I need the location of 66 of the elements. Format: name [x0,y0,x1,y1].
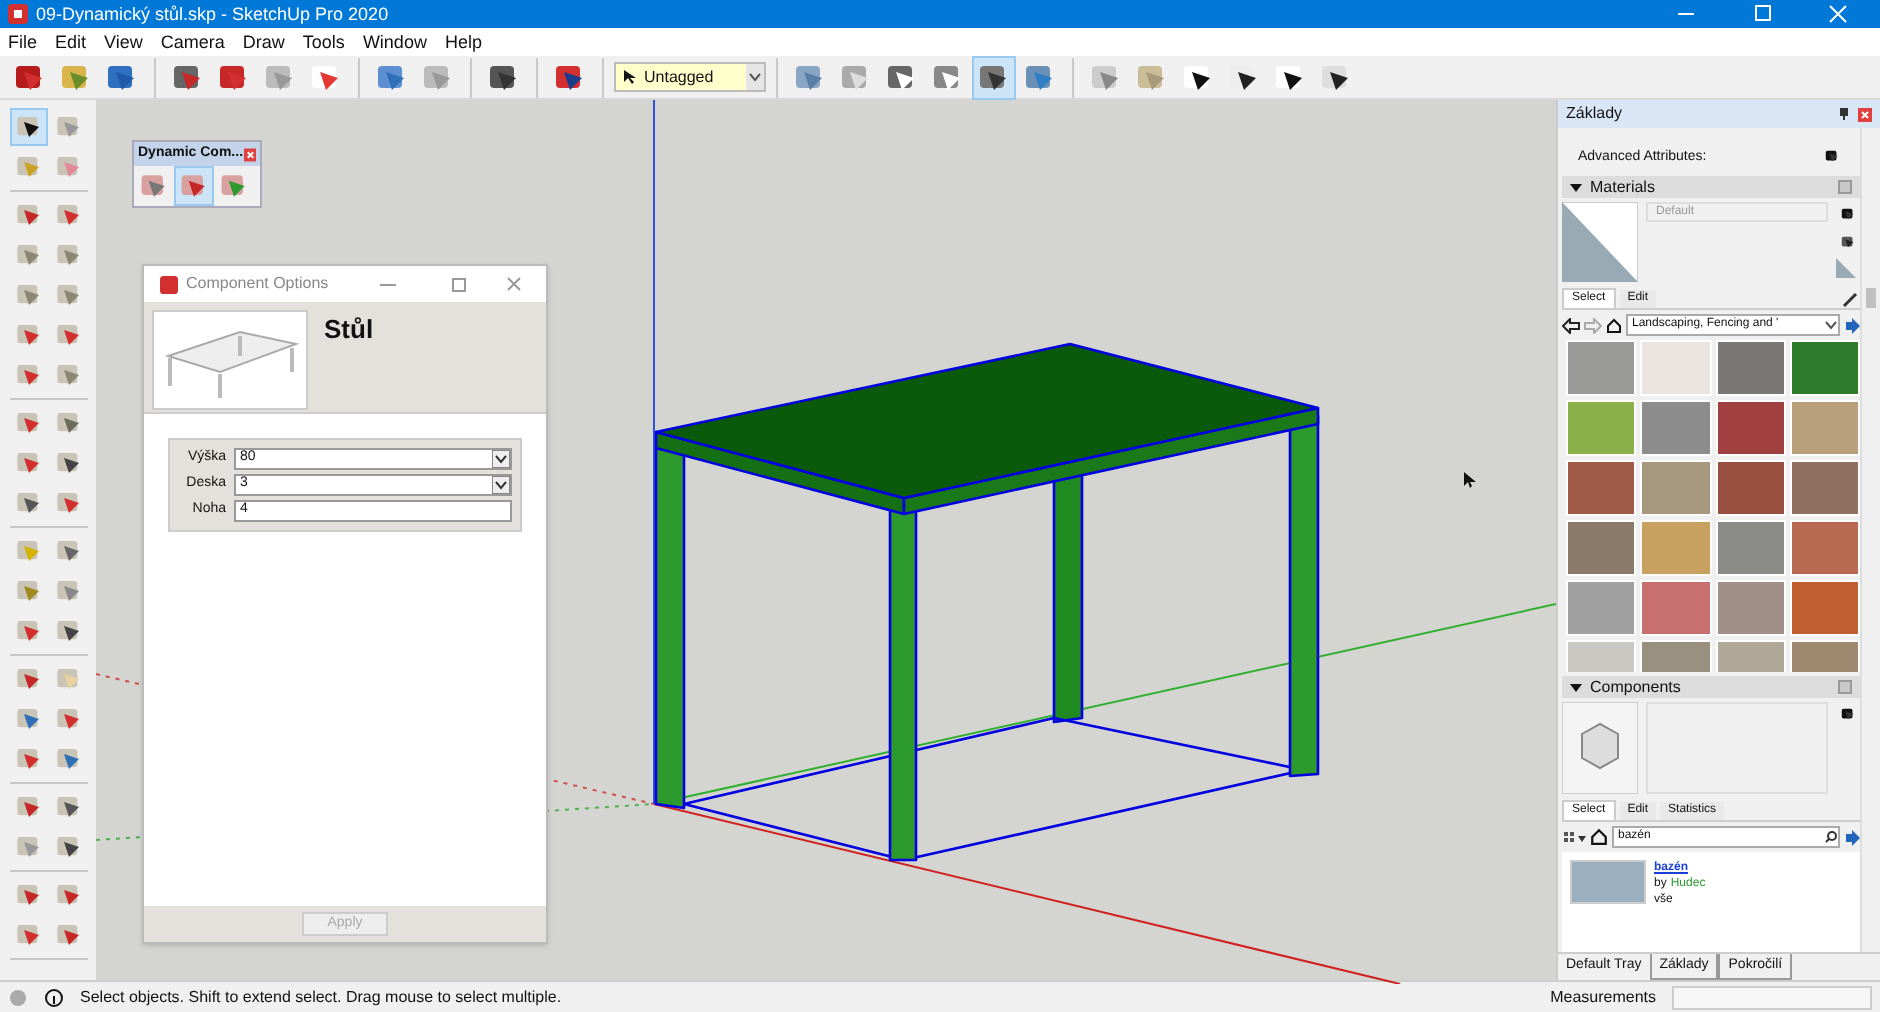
menu-item[interactable]: View [104,33,143,51]
close-icon[interactable] [506,276,522,292]
pin-icon[interactable] [1838,108,1850,120]
window-title: 09-Dynamický stůl.skp - SketchUp Pro 2020 [36,5,389,23]
material-swatch[interactable] [1715,400,1786,456]
menu-item[interactable]: Help [444,33,482,51]
details-arrow-icon[interactable] [1844,829,1860,845]
scrollbar[interactable] [1860,128,1880,952]
material-swatch[interactable] [1640,520,1711,576]
measurements-field[interactable] [1672,985,1872,1009]
material-swatch[interactable] [1789,400,1860,456]
pointer-icon [624,70,636,84]
menu-item[interactable]: Camera [160,33,225,51]
tag-dropdown[interactable]: Untagged [614,62,766,92]
material-swatch[interactable] [1789,460,1860,516]
material-preview [1562,202,1638,282]
section-header[interactable]: Components [1562,676,1860,698]
material-swatch[interactable] [1715,460,1786,516]
caret-icon [492,476,510,494]
material-swatch[interactable] [1566,340,1637,396]
caret-icon [1824,318,1838,332]
material-swatch[interactable] [1715,580,1786,636]
material-swatch[interactable] [1566,400,1637,456]
details-arrow-icon[interactable] [1844,317,1860,333]
component-cube-preview [1562,702,1638,794]
photo-placeholder [1570,860,1646,904]
component-name: Stůl [324,312,374,348]
collapse-triangle-icon [1570,681,1582,693]
material-swatch[interactable] [1789,340,1860,396]
measurements-label: Measurements [1550,985,1656,1009]
material-swatch[interactable] [1789,520,1860,576]
maximize-icon[interactable] [452,277,466,291]
home-icon[interactable] [1590,828,1608,846]
cursor-icon [1464,472,1476,488]
material-swatch[interactable] [1566,460,1637,516]
material-swatch[interactable] [1640,580,1711,636]
menu-item[interactable]: Window [362,33,427,51]
tray-title: Základy [1566,102,1625,126]
menu-item[interactable]: Tools [302,33,345,51]
material-swatch[interactable] [1566,580,1637,636]
back-arrow-icon[interactable] [1562,317,1580,333]
app-logo-icon [160,275,178,293]
menu-item[interactable]: File [8,33,38,51]
view-options-icon[interactable] [1562,829,1586,845]
material-swatch[interactable] [1715,340,1786,396]
material-swatch[interactable] [1640,400,1711,456]
dialog-title: Component Options [186,272,331,296]
eyedropper-icon[interactable] [1842,290,1860,308]
material-swatch[interactable] [1715,520,1786,576]
menu-item[interactable]: Draw [242,33,285,51]
material-swatch[interactable] [1640,340,1711,396]
material-swatch[interactable] [1789,580,1860,636]
search-icon[interactable] [1824,830,1838,844]
minimize-icon[interactable] [380,283,396,285]
menu-item[interactable]: Edit [55,33,87,51]
info-icon[interactable] [44,987,64,1007]
caret-icon [746,64,764,90]
material-swatch[interactable] [1566,520,1637,576]
app-logo-icon [8,4,28,24]
home-icon[interactable] [1606,317,1622,333]
section-header[interactable]: Materials [1562,176,1860,198]
material-swatch-icon[interactable] [1836,258,1856,278]
collapse-triangle-icon [1570,181,1582,193]
caret-icon [492,450,510,468]
material-swatch[interactable] [1640,460,1711,516]
status-hint: Select objects. Shift to extend select. Drag mouse to select multiple. [80,985,564,1009]
